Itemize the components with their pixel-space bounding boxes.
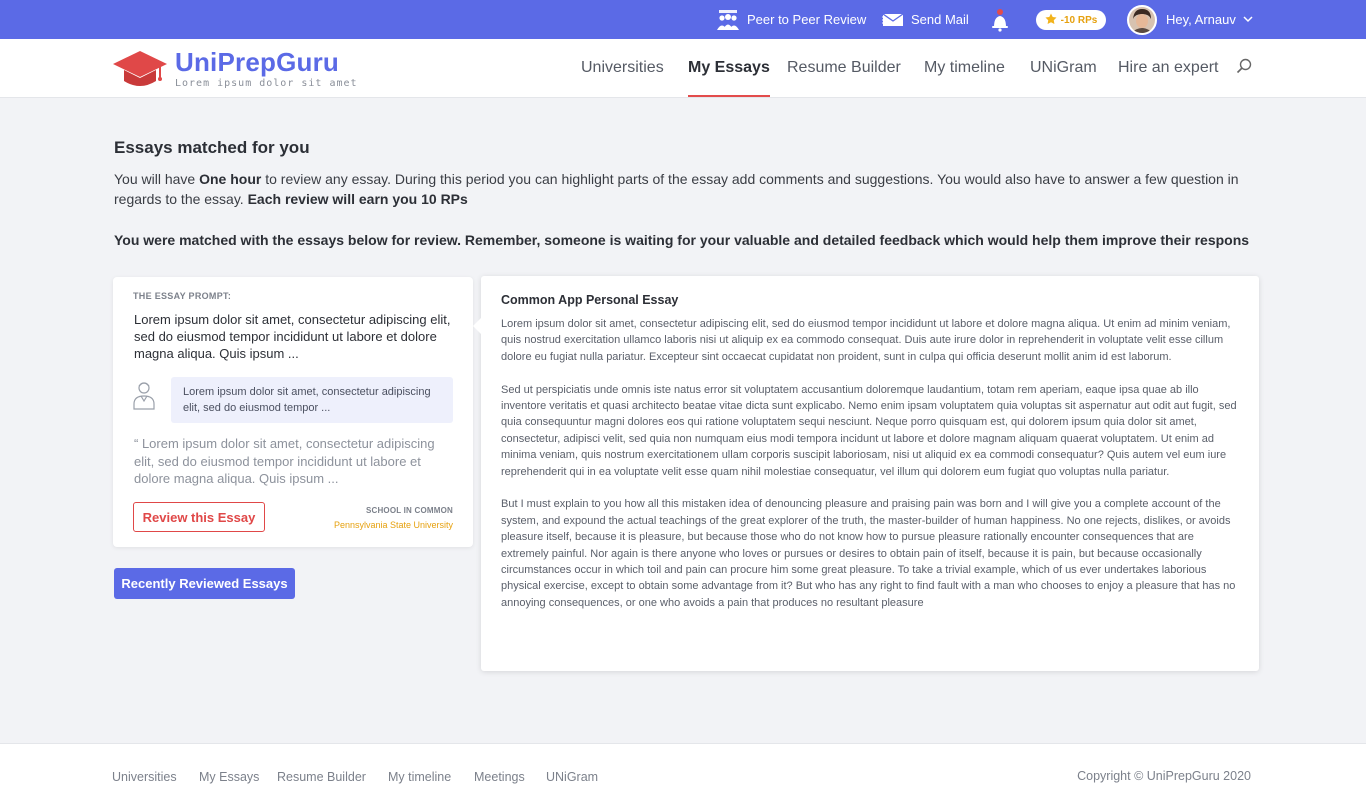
nav-my-essays[interactable]: My Essays — [688, 39, 770, 97]
nav-unigram[interactable]: UNiGram — [1030, 39, 1097, 97]
brand-logo[interactable]: UniPrepGuru Lorem ipsum dolor sit amet — [113, 47, 358, 96]
school-name: Pennsylvania State University — [333, 520, 453, 530]
footer-link-universities[interactable]: Universities — [112, 770, 177, 784]
brand-name: UniPrepGuru — [175, 47, 339, 77]
prompt-text: Lorem ipsum dolor sit amet, consectetur … — [134, 312, 451, 361]
user-greeting: Hey, Arnauv — [1166, 12, 1236, 27]
essay-title: Common App Personal Essay — [501, 293, 679, 307]
notifications-button[interactable] — [990, 0, 1010, 39]
nav-universities[interactable]: Universities — [581, 39, 664, 97]
recently-reviewed-button[interactable]: Recently Reviewed Essays — [114, 568, 295, 599]
brand-tagline: Lorem ipsum dolor sit amet — [175, 78, 358, 89]
peer-review-label: Peer to Peer Review — [747, 12, 867, 27]
group-icon — [716, 9, 740, 31]
footer-link-meetings[interactable]: Meetings — [474, 770, 525, 784]
copyright: Copyright © UniPrepGuru 2020 — [1077, 769, 1251, 783]
intro-one-hour: One hour — [199, 171, 262, 187]
essay-paragraph: Sed ut perspiciatis unde omnis iste natu… — [501, 383, 1237, 478]
search-icon — [1236, 58, 1252, 79]
footer-link-my-timeline[interactable]: My timeline — [388, 770, 451, 784]
page-title: Essays matched for you — [114, 138, 310, 157]
top-bar: Peer to Peer Review Send Mail -10 RPs He… — [0, 0, 1366, 39]
user-menu[interactable]: Hey, Arnauv — [1166, 0, 1253, 39]
intro-text-pre: You will have — [114, 171, 200, 187]
school-in-common-label: SCHOOL IN COMMON — [365, 506, 453, 515]
essay-excerpt-quote: “ Lorem ipsum dolor sit amet, consectetu… — [134, 436, 435, 486]
search-button[interactable] — [1236, 39, 1252, 97]
essay-body: Lorem ipsum dolor sit amet, consectetur … — [501, 316, 1239, 628]
star-icon — [1045, 13, 1057, 28]
rp-badge-label: -10 RPs — [1060, 14, 1098, 26]
nav-hire-an-expert[interactable]: Hire an expert — [1118, 39, 1219, 97]
reviewer-bubble: Lorem ipsum dolor sit amet, consectetur … — [171, 377, 453, 423]
send-mail-link[interactable]: Send Mail — [882, 0, 969, 39]
chevron-down-icon — [1243, 16, 1253, 23]
footer-link-my-essays[interactable]: My Essays — [199, 770, 259, 784]
footer-link-resume-builder[interactable]: Resume Builder — [277, 770, 366, 784]
bell-icon — [990, 8, 1010, 32]
intro-description: You will have One hour to review any ess… — [114, 169, 1254, 209]
peer-review-link[interactable]: Peer to Peer Review — [716, 0, 866, 39]
send-mail-label: Send Mail — [911, 12, 969, 27]
graduation-cap-icon — [113, 47, 167, 96]
essay-prompt-card: THE ESSAY PROMPT: Lorem ipsum dolor sit … — [113, 277, 473, 547]
essay-paragraph: Lorem ipsum dolor sit amet, consectetur … — [501, 318, 1231, 363]
rp-badge[interactable]: -10 RPs — [1036, 10, 1106, 30]
main-navbar: UniPrepGuru Lorem ipsum dolor sit amet U… — [0, 39, 1366, 98]
matched-notice: You were matched with the essays below f… — [114, 232, 1250, 248]
essay-preview-card: Common App Personal Essay Lorem ipsum do… — [473, 276, 1259, 671]
footer: Universities My Essays Resume Builder My… — [0, 743, 1366, 802]
avatar[interactable] — [1127, 5, 1157, 35]
nav-resume-builder[interactable]: Resume Builder — [787, 39, 901, 97]
user-outline-icon — [133, 380, 155, 415]
essay-paragraph: But I must explain to you how all this m… — [501, 498, 1236, 609]
footer-link-unigram[interactable]: UNiGram — [546, 770, 598, 784]
review-essay-button[interactable]: Review this Essay — [133, 502, 265, 532]
envelope-icon — [882, 12, 904, 27]
prompt-label: THE ESSAY PROMPT: — [133, 291, 232, 301]
nav-my-timeline[interactable]: My timeline — [924, 39, 1005, 97]
intro-earn: Each review will earn you 10 RPs — [247, 191, 468, 207]
